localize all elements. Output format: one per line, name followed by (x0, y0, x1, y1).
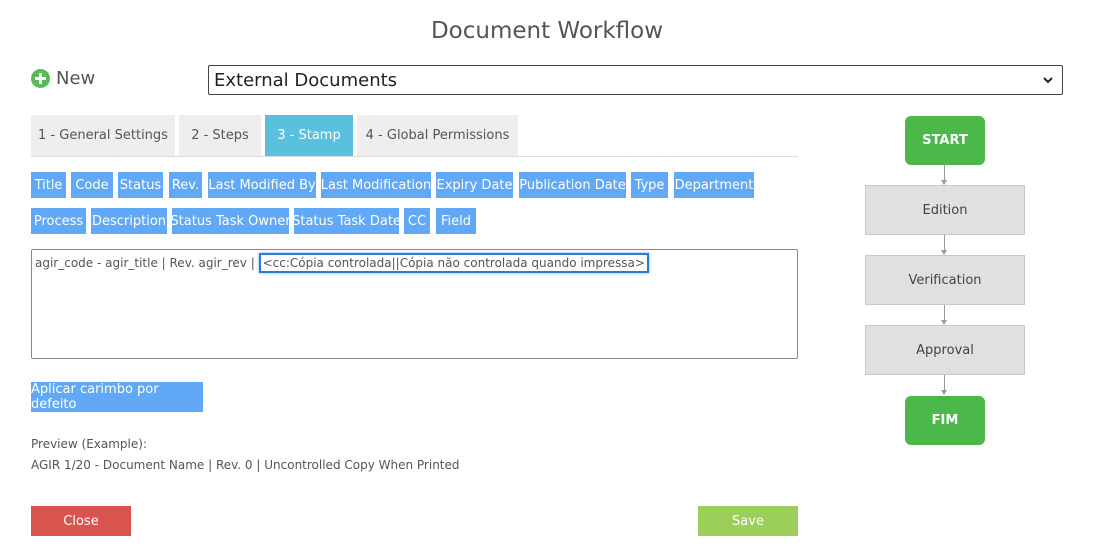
new-button[interactable]: New (31, 68, 95, 89)
plus-circle-icon (31, 69, 50, 88)
preview-value: AGIR 1/20 - Document Name | Rev. 0 | Unc… (31, 458, 460, 472)
workflow-select-value: External Documents (214, 69, 398, 91)
field-button-last-modified-by[interactable]: Last Modified By (208, 172, 316, 198)
page-title: Document Workflow (430, 18, 664, 44)
field-button-code[interactable]: Code (71, 172, 113, 198)
tab-global-permissions[interactable]: 4 - Global Permissions (357, 115, 518, 156)
arrow-down-icon (941, 390, 947, 395)
new-label: New (56, 68, 96, 89)
workflow-end-node[interactable]: FIM (905, 396, 985, 445)
workflow-connector (944, 375, 945, 390)
workflow-connector (944, 165, 945, 180)
tab-general-settings[interactable]: 1 - General Settings (31, 115, 175, 156)
workflow-connector (944, 235, 945, 250)
stamp-selected-text: <cc:Cópia controlada||Cópia não controla… (258, 253, 649, 273)
field-button-cc[interactable]: CC (404, 208, 430, 234)
field-button-type[interactable]: Type (631, 172, 668, 198)
workflow-step-edition[interactable]: Edition (865, 185, 1025, 235)
field-button-title[interactable]: Title (31, 172, 66, 198)
field-button-description[interactable]: Description (91, 208, 167, 234)
workflow-step-approval[interactable]: Approval (865, 325, 1025, 375)
close-button[interactable]: Close (31, 506, 131, 536)
field-button-process[interactable]: Process (31, 208, 86, 234)
tab-stamp[interactable]: 3 - Stamp (265, 115, 353, 156)
field-button-status[interactable]: Status (118, 172, 163, 198)
field-button-publication-date[interactable]: Publication Date (519, 172, 626, 198)
field-button-status-task-owner[interactable]: Status Task Owner (170, 208, 291, 234)
workflow-step-verification[interactable]: Verification (865, 255, 1025, 305)
save-button[interactable]: Save (698, 506, 798, 536)
field-button-status-task-date[interactable]: Status Task Date (292, 208, 401, 234)
field-button-expiry-date[interactable]: Expiry Date (436, 172, 513, 198)
workflow-connector (944, 305, 945, 320)
apply-default-stamp-button[interactable]: Aplicar carimbo por defeito (31, 382, 203, 412)
stamp-textarea[interactable]: agir_code - agir_title | Rev. agir_rev |… (31, 249, 798, 359)
stamp-text: agir_code - agir_title | Rev. agir_rev | (35, 256, 259, 270)
chevron-down-icon (1043, 77, 1053, 84)
preview-label: Preview (Example): (31, 437, 147, 451)
workflow-select[interactable]: External Documents (208, 65, 1063, 95)
workflow-start-node[interactable]: START (905, 116, 985, 165)
field-button-last-modification[interactable]: Last Modification (321, 172, 431, 198)
tab-steps[interactable]: 2 - Steps (179, 115, 261, 156)
tab-bar: 1 - General Settings 2 - Steps 3 - Stamp… (31, 115, 798, 157)
field-button-department[interactable]: Department (674, 172, 754, 198)
field-button-rev[interactable]: Rev. (169, 172, 202, 198)
field-button-field[interactable]: Field (436, 208, 476, 234)
